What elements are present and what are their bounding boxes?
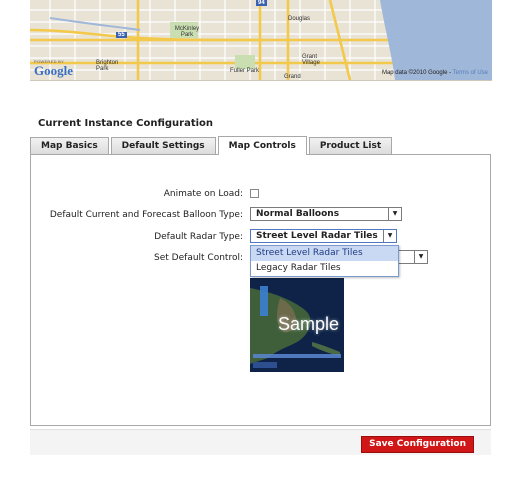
radar-option-street-level[interactable]: Street Level Radar Tiles (251, 246, 398, 261)
chevron-down-icon: ▼ (388, 208, 401, 220)
map-label-grant-village: Grant Village (302, 54, 320, 66)
balloon-type-value: Normal Balloons (256, 209, 340, 219)
chevron-down-icon: ▼ (414, 251, 427, 263)
balloon-type-select[interactable]: Normal Balloons ▼ (250, 207, 402, 221)
map-attribution: Map data ©2010 Google - Terms of Use (382, 70, 488, 76)
footer-bar: Save Configuration (30, 429, 491, 455)
radar-type-dropdown-list: Street Level Radar Tiles Legacy Radar Ti… (250, 245, 399, 277)
map-label-mckinley-park: McKinley Park (174, 26, 200, 38)
animate-on-load-label: Animate on Load: (163, 189, 243, 199)
section-title: Current Instance Configuration (38, 118, 214, 129)
tab-default-settings[interactable]: Default Settings (110, 137, 216, 154)
save-configuration-button[interactable]: Save Configuration (361, 436, 474, 453)
tab-map-controls[interactable]: Map Controls (217, 136, 307, 155)
animate-on-load-checkbox[interactable] (250, 189, 259, 198)
tab-map-basics[interactable]: Map Basics (30, 137, 109, 154)
radar-type-label: Default Radar Type: (154, 232, 243, 242)
tab-product-list[interactable]: Product List (308, 137, 393, 154)
interstate-shield-icon: 94 (256, 0, 267, 6)
preview-sample-text: Sample (278, 314, 340, 334)
radar-type-value: Street Level Radar Tiles (256, 231, 378, 241)
google-logo: Google (34, 63, 73, 78)
radar-type-select[interactable]: Street Level Radar Tiles ▼ (250, 229, 397, 243)
config-tabs: Map Basics Default Settings Map Controls… (30, 136, 394, 155)
map-label-grand: Grand (284, 74, 301, 80)
chevron-down-icon: ▼ (383, 230, 396, 242)
map-label-brighton-park: Brighton Park (96, 60, 119, 72)
terms-of-use-link[interactable]: Terms of Use (453, 70, 488, 76)
balloon-type-label: Default Current and Forecast Balloon Typ… (49, 210, 243, 220)
radar-option-legacy[interactable]: Legacy Radar Tiles (251, 261, 398, 276)
map-attribution-text: Map data ©2010 Google - (381, 70, 453, 76)
map-view[interactable]: Douglas McKinley Park Grant Village Full… (30, 0, 492, 81)
map-label-fuller-park: Fuller Park (230, 68, 260, 74)
highway-shield-icon: 55 (116, 32, 127, 38)
radar-map-preview-image: Sample (250, 278, 344, 372)
default-control-label: Set Default Control: (154, 253, 243, 263)
map-label-douglas: Douglas (288, 16, 311, 22)
